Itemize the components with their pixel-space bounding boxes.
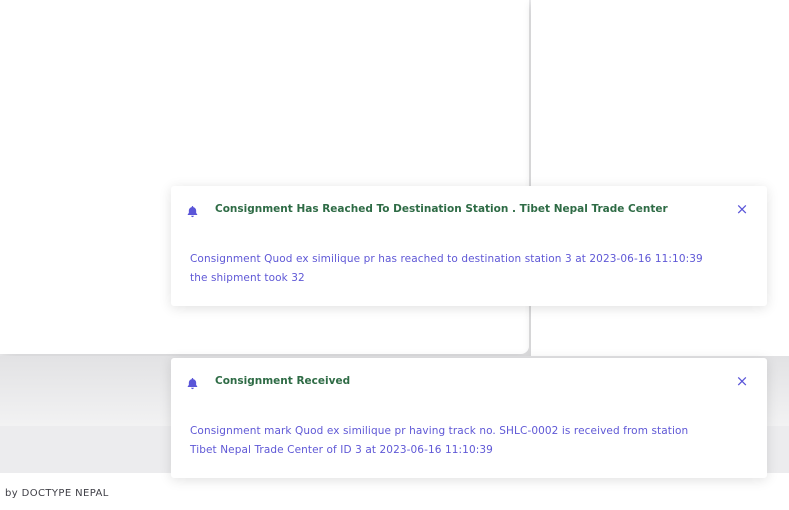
- toast-message-line: Consignment mark Quod ex similique pr ha…: [190, 425, 689, 437]
- toast-message: Consignment Quod ex similique pr has rea…: [190, 250, 750, 288]
- close-button[interactable]: ×: [735, 374, 749, 389]
- toast-header: Consignment Received ×: [186, 372, 757, 390]
- bell-icon: [186, 203, 199, 217]
- toast-header: Consignment Has Reached To Destination S…: [186, 200, 757, 218]
- toast-message-line: Tibet Nepal Trade Center of ID 3 at 2023…: [190, 444, 493, 456]
- bell-icon: [186, 375, 199, 389]
- notification-toast-consignment-received: Consignment Received × Consignment mark …: [171, 358, 767, 478]
- toast-title: Consignment Received: [215, 375, 351, 387]
- toast-message: Consignment mark Quod ex similique pr ha…: [190, 422, 750, 460]
- toast-title: Consignment Has Reached To Destination S…: [215, 203, 668, 215]
- page-footer: by DOCTYPE NEPAL: [0, 473, 789, 510]
- toast-message-line: Consignment Quod ex similique pr has rea…: [190, 253, 703, 265]
- close-button[interactable]: ×: [735, 202, 749, 217]
- toast-message-line: the shipment took 32: [190, 272, 305, 284]
- footer-credit: by DOCTYPE NEPAL: [5, 488, 109, 499]
- notification-toast-destination-reached: Consignment Has Reached To Destination S…: [171, 186, 767, 306]
